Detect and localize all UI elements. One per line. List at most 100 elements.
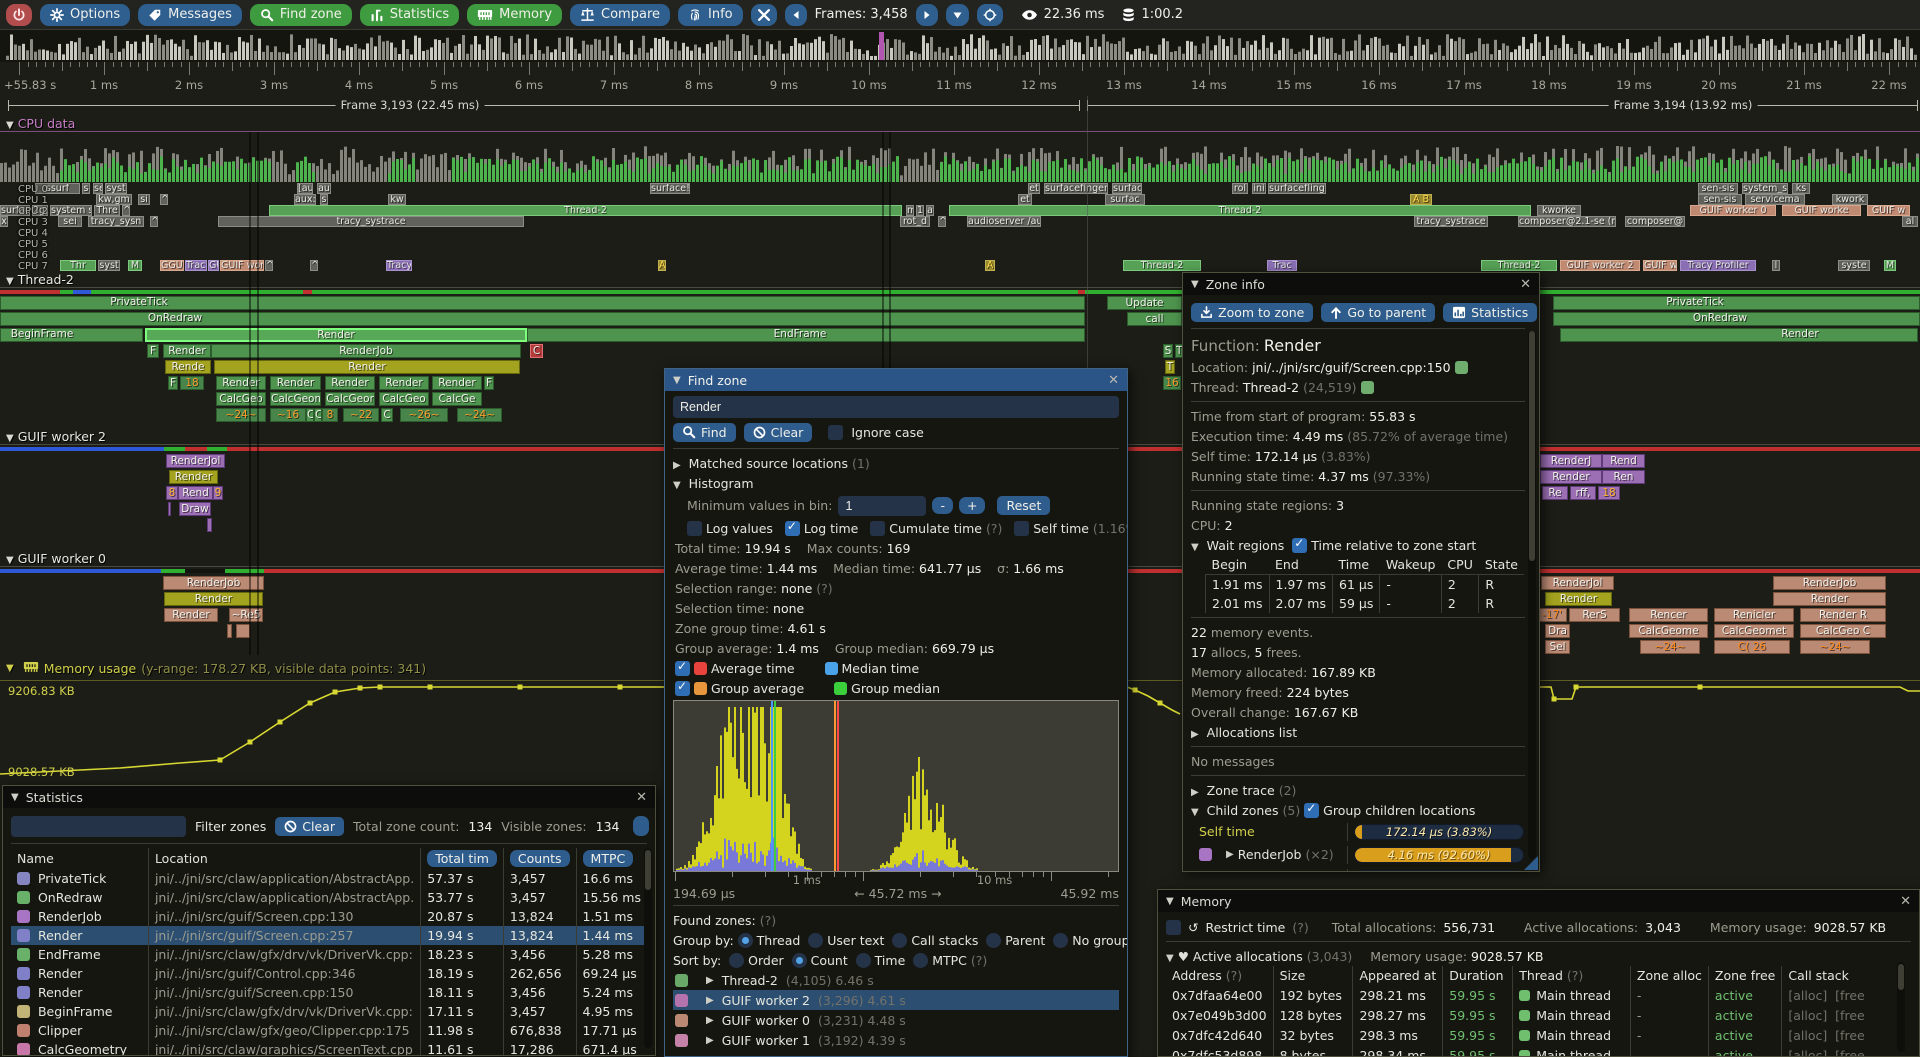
time-relative-checkbox[interactable] bbox=[1292, 538, 1307, 553]
allocations-list-section[interactable]: ▶ Allocations list bbox=[1191, 722, 1525, 742]
cpu-zone-chip[interactable]: syste bbox=[1838, 260, 1870, 271]
source-color-swatch[interactable] bbox=[1455, 361, 1468, 374]
group-by-call-stacks[interactable]: Call stacks bbox=[892, 933, 978, 948]
zone-chip[interactable]: C bbox=[381, 408, 393, 422]
zone-bar[interactable] bbox=[207, 518, 212, 532]
cpu-zone-chip[interactable]: GUI bbox=[208, 260, 219, 271]
cpu-zone-chip[interactable]: GUIF w bbox=[1643, 260, 1677, 271]
zone-chip[interactable]: ~26~ bbox=[400, 408, 448, 422]
zone-chip[interactable]: S bbox=[1163, 344, 1173, 358]
log-time-checkbox[interactable]: Log time bbox=[785, 521, 859, 536]
zone-chip[interactable]: ~24~ bbox=[1800, 640, 1870, 654]
zone-chip[interactable]: 8 bbox=[322, 408, 338, 422]
group-children-checkbox[interactable] bbox=[1304, 803, 1319, 818]
cpu-zone-chip[interactable]: rol bbox=[1232, 183, 1248, 194]
bin-minus-button[interactable]: - bbox=[932, 497, 953, 514]
found-zone-group[interactable]: ▶GUIF worker 2(3,296) 4.61 s bbox=[673, 990, 1119, 1010]
legend-checkbox[interactable] bbox=[675, 681, 690, 696]
zone-chip[interactable]: F bbox=[147, 344, 159, 358]
cpu-zone-chip[interactable]: GUIF w bbox=[1867, 205, 1910, 216]
cpu-zone-chip[interactable]: se bbox=[93, 183, 103, 194]
zone-info-titlebar[interactable]: ▼ Zone info ✕ bbox=[1183, 273, 1539, 295]
find-zone-titlebar[interactable]: ▼ Find zone ✕ bbox=[665, 369, 1127, 391]
cpu-zone-chip[interactable]: GGUIF bbox=[160, 260, 184, 271]
cpu-zone-chip[interactable]: surfaceflinge bbox=[1268, 183, 1326, 194]
cpu-zone-chip[interactable]: kw bbox=[388, 194, 406, 205]
zone-chip[interactable]: Rencer bbox=[1629, 608, 1708, 622]
statistics-row[interactable]: PrivateTickjni/../jni/src/claw/applicati… bbox=[11, 869, 647, 888]
zone-chip[interactable]: RerS bbox=[1569, 608, 1620, 622]
zone-chip[interactable]: ~22 bbox=[343, 408, 379, 422]
cpu-zone-chip[interactable]: M bbox=[128, 260, 142, 271]
zone-chip[interactable]: 18 bbox=[1598, 486, 1620, 500]
zone-chip[interactable]: T bbox=[1165, 360, 1175, 374]
zone-chip[interactable]: Render bbox=[163, 344, 211, 358]
zone-chip[interactable]: Render bbox=[164, 608, 218, 622]
cpu-zone-chip[interactable]: au bbox=[317, 183, 331, 194]
cpu-zone-chip[interactable]: s bbox=[320, 194, 328, 205]
sort-by-mtpc[interactable]: MTPC bbox=[913, 953, 967, 968]
zone-chip[interactable]: Render bbox=[270, 376, 321, 390]
cpu-zone-chip[interactable]: GUIF worker 0 bbox=[1690, 205, 1776, 216]
restrict-time-checkbox[interactable] bbox=[1166, 920, 1181, 935]
collapse-icon[interactable]: ▼ bbox=[1166, 896, 1174, 907]
cpu-zone-chip[interactable]: kw,gm bbox=[96, 194, 132, 205]
zone-info-scrollbar[interactable] bbox=[1528, 331, 1536, 859]
bin-plus-button[interactable]: + bbox=[959, 497, 985, 514]
zone-chip[interactable]: RenderJ bbox=[1540, 454, 1602, 468]
matched-source-locations[interactable]: ▶ Matched source locations (1) bbox=[673, 453, 1119, 473]
cpu-zone-chip[interactable]: A B bbox=[1410, 194, 1432, 205]
zone-chip[interactable]: RenderJob bbox=[1773, 576, 1886, 590]
allocation-row[interactable]: 0x7e049b3d00128 bytes298.27 ms59.95 sMai… bbox=[1166, 1005, 1911, 1025]
close-icon[interactable]: ✕ bbox=[636, 790, 647, 805]
cpu-zone-chip[interactable]: surfac bbox=[1105, 194, 1145, 205]
cpu-zone-chip[interactable]: surface! bbox=[650, 183, 690, 194]
cpu-zone-chip[interactable]: ini bbox=[1252, 183, 1266, 194]
close-icon[interactable]: ✕ bbox=[1900, 894, 1911, 909]
statistics-row[interactable]: OnRedrawjni/../jni/src/claw/application/… bbox=[11, 888, 647, 907]
clipped-button[interactable] bbox=[633, 816, 649, 836]
sort-by-order[interactable]: Order bbox=[729, 953, 784, 968]
cumulate-time-checkbox[interactable]: Cumulate time (?) bbox=[870, 521, 1002, 536]
statistics-scrollbar[interactable] bbox=[644, 848, 652, 1048]
self-time-checkbox[interactable]: Self time (1.16%) bbox=[1014, 521, 1128, 536]
cpu-zone-chip[interactable]: composer@ bbox=[1625, 216, 1685, 227]
cpu-zone-chip[interactable]: surfac bbox=[1112, 183, 1142, 194]
cpu-zone-chip[interactable]: tracy_systrace bbox=[218, 216, 524, 227]
collapse-icon[interactable]: ▼ bbox=[673, 375, 681, 386]
cpu-zone-chip[interactable]: al bbox=[1902, 216, 1918, 227]
cpu-zone-chip[interactable]: et bbox=[1018, 194, 1032, 205]
allocation-row[interactable]: 0x7dfc53d8988 bytes298.34 ms59.95 sMain … bbox=[1166, 1045, 1911, 1057]
col-zone-alloc[interactable]: Zone alloc bbox=[1630, 966, 1708, 985]
zone-chip[interactable]: Render bbox=[145, 328, 527, 342]
filter-zones-input[interactable] bbox=[11, 816, 186, 837]
statistics-button[interactable]: Statistics bbox=[1443, 303, 1537, 322]
zone-chip[interactable]: C bbox=[306, 408, 314, 422]
collapse-icon[interactable]: ▼ bbox=[1191, 279, 1199, 290]
statistics-row[interactable]: CalcGeometryjni/../jni/src/claw/graphics… bbox=[11, 1040, 647, 1056]
wait-regions-section[interactable]: ▼ Wait regions Time relative to zone sta… bbox=[1191, 535, 1525, 555]
zone-chip[interactable]: 18 bbox=[180, 376, 204, 390]
col-counts[interactable]: Counts bbox=[503, 848, 576, 869]
found-zone-group[interactable]: ▶Thread-2(4,105) 6.46 s bbox=[673, 970, 1119, 990]
zone-chip[interactable]: Draw bbox=[179, 502, 211, 516]
zone-chip[interactable]: Sel bbox=[1545, 640, 1570, 654]
memory-scrollbar[interactable] bbox=[1897, 962, 1905, 1052]
clear-button[interactable]: Clear bbox=[744, 423, 813, 442]
sort-by-time[interactable]: Time bbox=[856, 953, 906, 968]
zone-chip[interactable]: Render bbox=[214, 360, 520, 374]
cpu-zone-chip[interactable]: Tracy bbox=[185, 260, 207, 271]
cpu-zone-chip[interactable]: Thre bbox=[94, 205, 120, 216]
col-size[interactable]: Size bbox=[1273, 966, 1353, 985]
memory-titlebar[interactable]: ▼ Memory ✕ bbox=[1158, 890, 1919, 912]
cpu-zone-chip[interactable]: tracy_sysn bbox=[88, 216, 144, 227]
zone-chip[interactable]: 8 bbox=[166, 486, 178, 500]
zone-chip[interactable]: Rende bbox=[165, 360, 211, 374]
zone-bar[interactable] bbox=[168, 502, 171, 516]
close-icon[interactable]: ✕ bbox=[1108, 373, 1119, 388]
cpu-zone-chip[interactable]: kworke bbox=[1537, 205, 1581, 216]
legend-checkbox[interactable] bbox=[675, 661, 690, 676]
zone-chip[interactable]: Rend bbox=[178, 486, 213, 500]
statistics-row[interactable]: RenderJobjni/../jni/src/guif/Screen.cpp:… bbox=[11, 907, 647, 926]
cpu-zone-chip[interactable]: 1 bbox=[916, 205, 924, 216]
